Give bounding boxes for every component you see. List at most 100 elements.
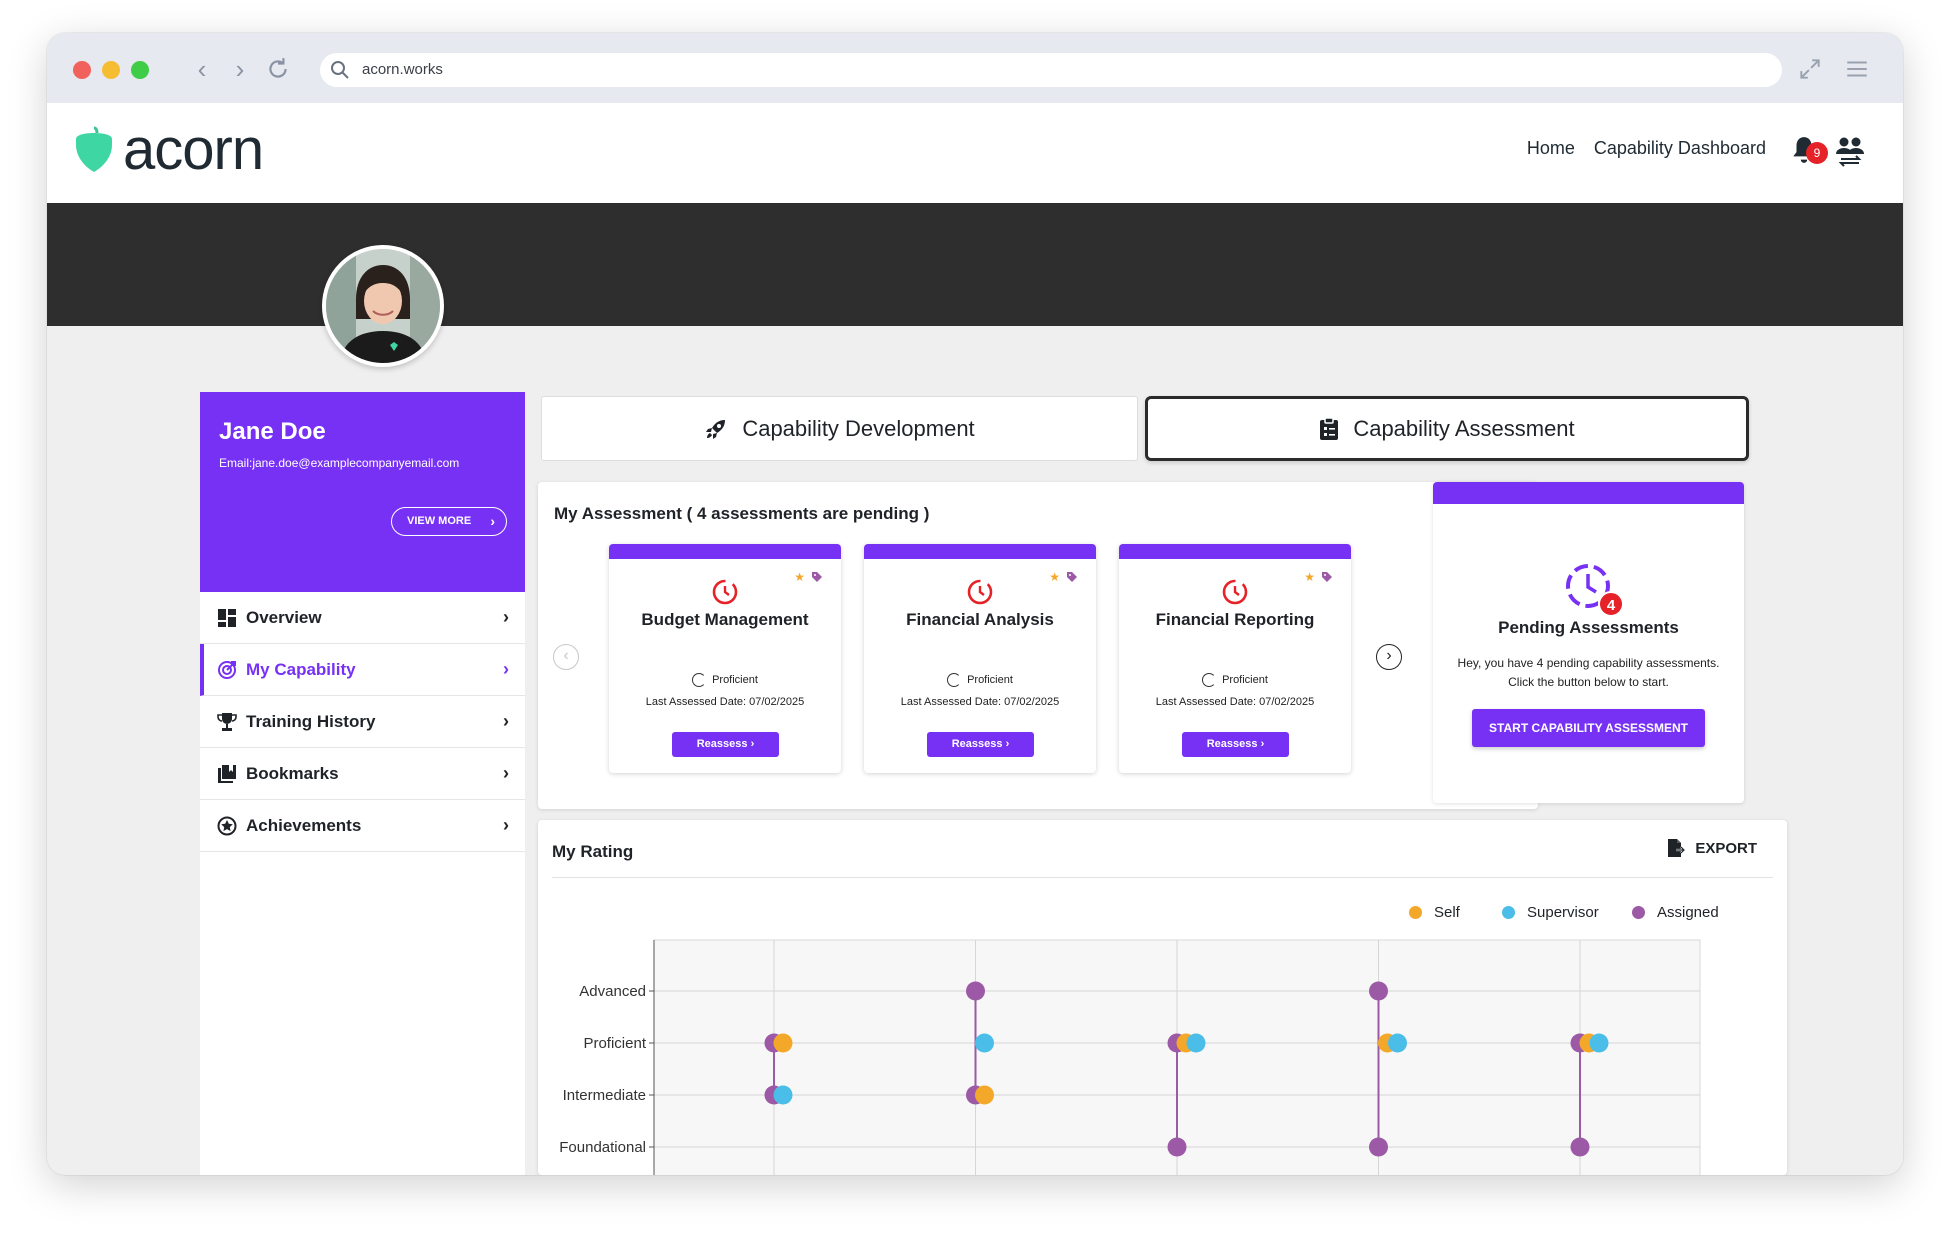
supervisor-point [773,1085,793,1105]
back-icon[interactable]: ‹ [187,53,217,85]
supervisor-point [1589,1033,1609,1053]
my-assessment-panel: My Assessment ( 4 assessments are pendin… [538,482,1538,809]
assigned-point [966,981,985,1001]
url-text: acorn.works [362,61,443,78]
self-point [773,1033,793,1053]
card-date: Last Assessed Date: 07/02/2025 [1155,696,1315,708]
menu-item-training-history[interactable]: Training History › [200,696,525,748]
users-switch-icon[interactable] [1835,135,1865,167]
carousel-next-button[interactable]: › [1376,644,1402,670]
progress-spinner-icon [947,673,962,687]
tab-label: Capability Development [742,415,975,441]
top-nav: Home Capability Dashboard [1527,138,1766,159]
overdue-clock-icon [1222,579,1248,605]
pending-title: Pending Assessments [1498,618,1679,637]
my-rating-panel: My Rating EXPORT Self Supervisor Assigne… [538,820,1787,1175]
card-level: Proficient [864,673,1096,687]
tag-icon [1067,572,1077,582]
pending-count-badge: 4 [1598,591,1624,617]
supervisor-point [975,1033,994,1053]
assigned-point [1369,1137,1388,1157]
trophy-icon [216,711,238,733]
card-date: Last Assessed Date: 07/02/2025 [645,696,805,708]
star-icon: ★ [794,570,805,584]
minimize-window-button[interactable] [102,61,120,79]
start-capability-assessment-button[interactable]: START CAPABILITY ASSESSMENT [1472,709,1705,747]
menu-icon[interactable] [1844,53,1874,85]
dashboard-icon [216,607,238,629]
assessment-card[interactable]: ★ Financial Reporting Proficient Last As… [1119,544,1351,773]
pending-message: Hey, you have 4 pending capability asses… [1457,656,1720,689]
chevron-right-icon: › [503,763,509,783]
star-badge-icon [216,815,238,837]
tag-icon [812,572,822,582]
assessment-card[interactable]: ★ Budget Management Proficient Last Asse… [609,544,841,773]
y-tick-label: Intermediate [563,1087,646,1104]
assigned-point [1570,1137,1590,1157]
view-more-label: VIEW MORE [407,515,472,527]
y-tick-label: Foundational [559,1139,646,1156]
reassess-button[interactable]: Reassess › [927,732,1034,757]
menu-item-label: Training History [246,711,376,731]
profile-name: Jane Doe [219,418,326,445]
tab-capability-assessment[interactable]: Capability Assessment [1145,396,1749,461]
view-more-button[interactable]: VIEW MORE › [391,507,507,536]
browser-toolbar: ‹ › acorn.works [47,33,1903,103]
overdue-clock-icon [712,579,738,605]
nav-capability-dashboard[interactable]: Capability Dashboard [1594,138,1766,159]
target-icon [216,659,238,681]
browser-window: ‹ › acorn.works acorn Home Capability Da… [47,33,1903,1175]
carousel-prev-button[interactable]: ‹ [553,644,579,670]
my-assessment-title: My Assessment ( 4 assessments are pendin… [554,504,930,523]
chevron-right-icon: › [503,815,509,835]
reassess-button[interactable]: Reassess › [672,732,779,757]
card-header-bar [609,544,841,559]
close-window-button[interactable] [73,61,91,79]
pending-assessments-panel: 4 Pending Assessments Hey, you have 4 pe… [1433,482,1744,803]
self-point [975,1085,994,1105]
rocket-icon [704,417,728,441]
search-icon [331,61,349,79]
app-header: acorn Home Capability Dashboard 9 [47,103,1903,203]
profile-avatar [322,245,444,367]
overdue-clock-icon [967,579,993,605]
maximize-window-button[interactable] [131,61,149,79]
supervisor-point [1388,1033,1407,1053]
card-title: Financial Reporting [1155,610,1315,629]
assessment-card[interactable]: ★ Financial Analysis Proficient Last Ass… [864,544,1096,773]
chevron-right-icon: › [503,711,509,731]
menu-item-overview[interactable]: Overview › [200,592,525,644]
notification-badge: 9 [1806,142,1828,164]
forward-icon[interactable]: › [225,53,255,85]
chevron-right-icon: › [490,513,495,529]
profile-email: Email:jane.doe@examplecompanyemail.com [219,456,460,470]
menu-item-my-capability[interactable]: My Capability › [200,644,525,696]
logo-text: acorn [123,117,264,182]
assigned-point [1369,981,1388,1001]
tab-capability-development[interactable]: Capability Development [541,396,1138,461]
reassess-button[interactable]: Reassess › [1182,732,1289,757]
y-tick-label: Advanced [579,983,646,1000]
reload-icon[interactable] [263,53,293,85]
clipboard-icon [1319,416,1339,441]
acorn-logo[interactable]: acorn [73,117,264,182]
progress-spinner-icon [692,673,707,687]
menu-item-achievements[interactable]: Achievements › [200,800,525,852]
assigned-point [1167,1137,1187,1157]
star-icon: ★ [1049,570,1060,584]
card-title: Financial Analysis [906,610,1054,629]
expand-icon[interactable] [1797,53,1827,85]
address-bar[interactable]: acorn.works [320,53,1782,87]
star-icon: ★ [1304,570,1315,584]
tab-label: Capability Assessment [1353,415,1575,441]
card-title: Budget Management [641,610,809,629]
card-level: Proficient [609,673,841,687]
nav-home[interactable]: Home [1527,138,1575,159]
tag-icon [1322,572,1332,582]
progress-spinner-icon [1202,673,1217,687]
profile-card: Jane Doe Email:jane.doe@examplecompanyem… [200,392,525,592]
side-menu: Overview › My Capability › Training Hist… [200,592,525,1175]
menu-item-label: Achievements [246,815,362,835]
menu-item-bookmarks[interactable]: Bookmarks › [200,748,525,800]
supervisor-point [1186,1033,1206,1053]
